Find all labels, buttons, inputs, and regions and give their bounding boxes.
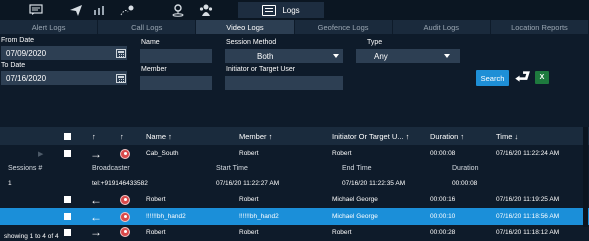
row-time: 07/16/20 11:18:56 AM — [496, 213, 560, 220]
tab-call-logs[interactable]: Call Logs — [98, 20, 197, 34]
row-duration: 00:00:16 — [430, 196, 456, 203]
table-row[interactable]: → Robert Robert Robert 00:00:28 07/16/20… — [0, 225, 589, 239]
map-pin-icon[interactable] — [118, 2, 136, 18]
name-header[interactable]: Name ↑ — [146, 127, 172, 145]
table-row-selected[interactable]: ← !!!!!!bh_hand2 !!!!!!bh_hand2 Michael … — [0, 208, 589, 225]
people-icon[interactable] — [198, 2, 214, 18]
chevron-down-icon — [333, 54, 339, 58]
avatar — [120, 208, 130, 225]
row-initiator: Michael George — [332, 196, 378, 203]
initiator-label: Initiator or Target User — [226, 66, 296, 73]
initiator-header[interactable]: Initiator Or Target U... ↑ — [332, 127, 409, 145]
row-member: Robert — [239, 228, 259, 236]
row-duration: 00:00:28 — [430, 228, 456, 236]
direction-sort[interactable]: ↑ — [92, 127, 96, 145]
to-calendar-icon[interactable] — [116, 74, 126, 83]
select-all-checkbox[interactable] — [64, 127, 71, 145]
tab-alert-logs[interactable]: Alert Logs — [0, 20, 99, 34]
type-select[interactable]: Any — [356, 49, 460, 63]
from-date-value: 07/09/2020 — [6, 48, 47, 58]
member-input[interactable] — [140, 76, 212, 90]
row-name: Robert — [146, 196, 166, 203]
to-date-input[interactable]: 07/16/2020 — [1, 71, 127, 85]
message-icon[interactable] — [28, 2, 44, 18]
row-time: 07/16/20 11:18:12 AM — [496, 228, 560, 236]
row-member: Robert — [239, 196, 259, 203]
row-duration: 00:00:10 — [430, 213, 456, 220]
tab-audit-logs[interactable]: Audit Logs — [393, 20, 491, 34]
name-input[interactable] — [140, 49, 212, 63]
duration-header[interactable]: Duration ↑ — [430, 127, 464, 145]
row-initiator: Michael George — [332, 213, 378, 220]
row-checkbox[interactable] — [64, 191, 71, 208]
member-label: Member — [141, 66, 167, 73]
logs-icon — [262, 4, 277, 16]
name-label: Name — [141, 39, 160, 46]
row-checkbox[interactable] — [64, 225, 71, 239]
row-member: !!!!!!bh_hand2 — [239, 213, 279, 220]
row-checkbox[interactable] — [64, 208, 71, 225]
row-time: 07/16/20 11:19:25 AM — [496, 196, 560, 203]
table-scrollbar[interactable] — [583, 127, 588, 227]
location-icon[interactable] — [170, 2, 186, 18]
row-name: !!!!!!bh_hand2 — [146, 213, 186, 220]
to-date-value: 07/16/2020 — [6, 73, 47, 83]
session-detail-row: 1 tel:+919146433582 07/16/20 11:22:27 AM… — [0, 175, 589, 192]
table-header: ↑ ↑ Name ↑ Member ↑ Initiator Or Target … — [0, 127, 589, 145]
start-time-value: 07/16/20 11:22:27 AM — [216, 180, 280, 187]
session-duration-value: 00:00:08 — [452, 180, 478, 187]
type-label: Type — [367, 39, 383, 46]
reset-arrow-icon[interactable]: ⮐ — [515, 68, 530, 86]
tab-geofence-logs[interactable]: Geofence Logs — [295, 20, 393, 34]
excel-export-icon[interactable]: X — [535, 71, 549, 84]
member-header[interactable]: Member ↑ — [239, 127, 272, 145]
logs-module-label: Logs — [282, 5, 300, 15]
top-nav-bar: Logs — [0, 0, 589, 20]
send-icon[interactable] — [68, 2, 84, 18]
log-type-tabs: Alert Logs Call Logs Video Logs Geofence… — [0, 20, 589, 34]
avatar — [120, 191, 130, 208]
end-time-value: 07/16/20 11:22:35 AM — [342, 180, 406, 187]
avatar-sort[interactable]: ↑ — [120, 127, 124, 145]
tab-video-logs[interactable]: Video Logs — [196, 20, 295, 34]
broadcast-icon[interactable] — [92, 2, 106, 18]
from-date-input[interactable]: 07/09/2020 — [1, 46, 127, 60]
session-method-label: Session Method — [226, 39, 277, 46]
direction-out-icon: → — [90, 225, 102, 239]
direction-in-icon: ← — [90, 209, 102, 224]
search-button[interactable]: Search — [476, 70, 509, 86]
logs-module-tab[interactable]: Logs — [238, 2, 324, 18]
table-row[interactable]: ← Robert Robert Michael George 00:00:16 … — [0, 191, 589, 208]
direction-in-icon: ← — [90, 192, 102, 207]
from-date-label: From Date — [1, 37, 35, 44]
tab-location-reports[interactable]: Location Reports — [491, 20, 589, 34]
type-value: Any — [374, 51, 388, 61]
chevron-down-icon — [444, 54, 450, 58]
pagination-summary: showing 1 to 4 of 4 — [4, 233, 59, 240]
session-number: 1 — [8, 180, 12, 187]
from-calendar-icon[interactable] — [116, 49, 126, 58]
session-method-value: Both — [257, 51, 274, 61]
to-date-label: To Date — [1, 62, 26, 69]
session-method-select[interactable]: Both — [225, 49, 343, 63]
time-header[interactable]: Time ↓ — [496, 127, 518, 145]
avatar — [120, 225, 130, 239]
row-initiator: Robert — [332, 228, 352, 236]
initiator-input[interactable] — [225, 76, 343, 90]
row-name: Robert — [146, 228, 166, 236]
broadcaster-value: tel:+919146433582 — [92, 180, 148, 187]
